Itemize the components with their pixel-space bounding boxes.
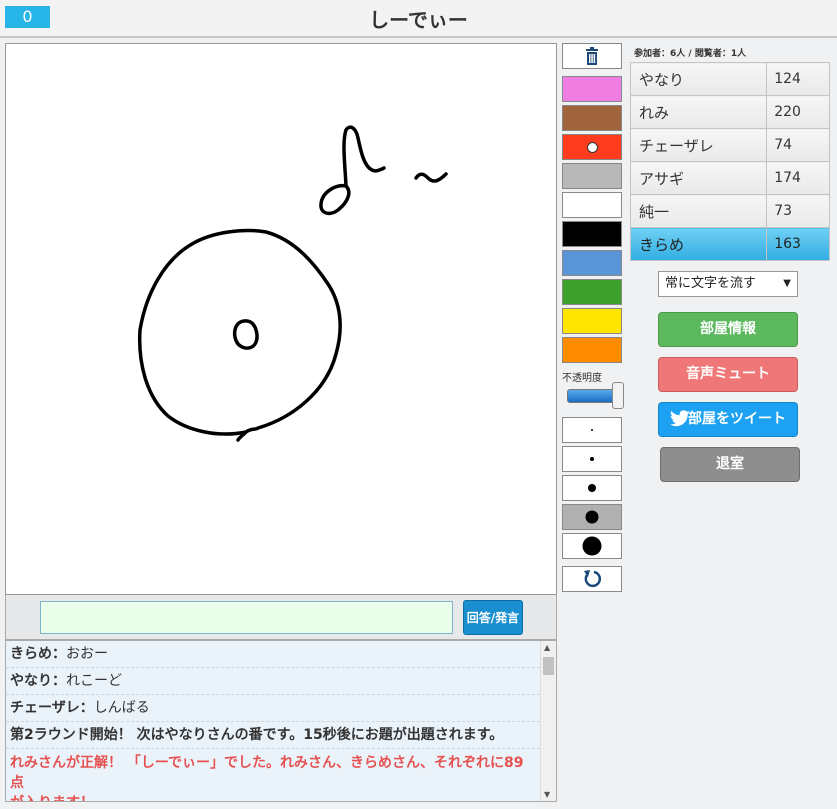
color-swatch[interactable]: [562, 163, 622, 189]
chat-user: きらめ: [10, 646, 52, 662]
chat-log[interactable]: きらめ：おおー やなり：れこーど チェーザレ：しんばる 第2ラウンド開始！ 次は…: [5, 640, 557, 802]
pen-size-dot-icon: [582, 536, 602, 556]
chat-text: れこーど: [66, 673, 122, 689]
color-swatch[interactable]: [562, 134, 622, 160]
text-flow-select-value: 常に文字を流す: [665, 276, 757, 291]
trash-icon: [586, 47, 598, 65]
chevron-down-icon: ▼: [783, 278, 791, 289]
drawing-strokes: [137, 125, 448, 442]
tweet-room-button[interactable]: 部屋をツイート: [658, 402, 798, 437]
chat-text: しんばる: [93, 700, 150, 716]
correct-message-line1: れみさんが正解！ 「しーでぃー」でした。れみさん、きらめさん、それぞれに89点: [10, 755, 524, 791]
stroke-music-note-head: [319, 183, 351, 216]
chat-scrollbar[interactable]: ▲ ▼: [540, 641, 556, 801]
player-name: きらめ: [629, 227, 768, 261]
color-swatch[interactable]: [562, 76, 622, 102]
pen-size-dot-icon: [585, 510, 599, 524]
player-score: 220: [766, 95, 830, 129]
answer-input[interactable]: [40, 601, 453, 634]
player-name: チェーザレ: [629, 128, 768, 162]
audio-mute-button[interactable]: 音声ミュート: [658, 357, 798, 392]
chat-user: チェーザレ: [10, 700, 80, 716]
selected-indicator-icon: [587, 142, 598, 153]
player-name: れみ: [629, 95, 768, 129]
pen-size-dot-icon: [588, 484, 596, 492]
chat-separator: ：: [52, 646, 66, 662]
room-title: しーでぃー: [369, 8, 468, 32]
color-swatch[interactable]: [562, 250, 622, 276]
opacity-label: 不透明度: [562, 373, 602, 384]
drawing-canvas[interactable]: [5, 43, 557, 595]
chat-text: おおー: [66, 646, 108, 662]
room-info-button[interactable]: 部屋情報: [658, 312, 798, 347]
player-name: アサギ: [629, 161, 768, 195]
player-row: やなり 124: [629, 62, 830, 96]
pen-size-button[interactable]: [562, 533, 622, 559]
color-swatch[interactable]: [562, 105, 622, 131]
scroll-up-icon[interactable]: ▲: [544, 643, 550, 652]
answer-bar: 回答/発言: [5, 595, 557, 640]
stroke-disc-outer: [137, 228, 342, 442]
system-message: 第2ラウンド開始！ 次はやなりさんの番です。15秒後にお題が出題されます。: [6, 722, 540, 749]
pen-size-dot-icon: [591, 429, 593, 431]
opacity-slider-handle[interactable]: [612, 382, 624, 409]
player-score: 124: [766, 62, 830, 96]
chat-message: チェーザレ：しんばる: [6, 695, 540, 722]
stroke-disc-hole: [232, 319, 259, 350]
chat-message: やなり：れこーど: [6, 668, 540, 695]
app-window: 0 しーでぃー 回答/発言 きらめ：おおー やなり：れこーど チェーザレ：しんば…: [0, 0, 837, 809]
scroll-thumb[interactable]: [543, 657, 554, 675]
pen-size-button[interactable]: [562, 417, 622, 443]
answer-submit-button[interactable]: 回答/発言: [463, 600, 523, 635]
stroke-tilde: [414, 172, 448, 183]
player-score: 74: [766, 128, 830, 162]
color-swatch[interactable]: [562, 279, 622, 305]
pen-size-button[interactable]: [562, 446, 622, 472]
player-row: 純一 73: [629, 194, 830, 228]
stroke-music-note-stem: [342, 125, 386, 188]
pen-size-dot-icon: [590, 457, 594, 461]
correct-answer-message: れみさんが正解！ 「しーでぃー」でした。れみさん、きらめさん、それぞれに89点 …: [6, 749, 540, 801]
undo-button[interactable]: [562, 566, 622, 592]
text-flow-select[interactable]: 常に文字を流す ▼: [658, 271, 798, 297]
twitter-bird-icon: [670, 410, 690, 427]
chat-separator: ：: [52, 673, 66, 689]
color-swatch[interactable]: [562, 308, 622, 334]
scroll-down-icon[interactable]: ▼: [544, 790, 550, 799]
clear-canvas-button[interactable]: [562, 43, 622, 69]
tweet-room-label: 部屋をツイート: [688, 411, 786, 427]
undo-icon: [584, 570, 602, 588]
chat-message: きらめ：おおー: [6, 641, 540, 668]
player-row: きらめ 163: [629, 227, 830, 261]
chat-user: やなり: [10, 673, 52, 689]
player-name: 純一: [629, 194, 768, 228]
color-swatch[interactable]: [562, 337, 622, 363]
player-score: 174: [766, 161, 830, 195]
player-score: 73: [766, 194, 830, 228]
player-row: チェーザレ 74: [629, 128, 830, 162]
top-bar: 0 しーでぃー: [0, 0, 837, 38]
player-row: れみ 220: [629, 95, 830, 129]
participants-count: 参加者：6人 / 閲覧者：1人: [634, 49, 747, 59]
exit-room-button[interactable]: 退室: [660, 447, 800, 482]
pen-size-button[interactable]: [562, 504, 622, 530]
color-swatch[interactable]: [562, 192, 622, 218]
color-swatch[interactable]: [562, 221, 622, 247]
chat-separator: ：: [79, 700, 94, 716]
pen-size-button[interactable]: [562, 475, 622, 501]
player-name: やなり: [629, 62, 768, 96]
player-list: やなり 124 れみ 220 チェーザレ 74 アサギ 174 純一 73 きらめ 163: [629, 62, 830, 261]
correct-message-line2: が入ります！: [10, 793, 536, 801]
player-row: アサギ 174: [629, 161, 830, 195]
player-score: 163: [766, 227, 830, 261]
